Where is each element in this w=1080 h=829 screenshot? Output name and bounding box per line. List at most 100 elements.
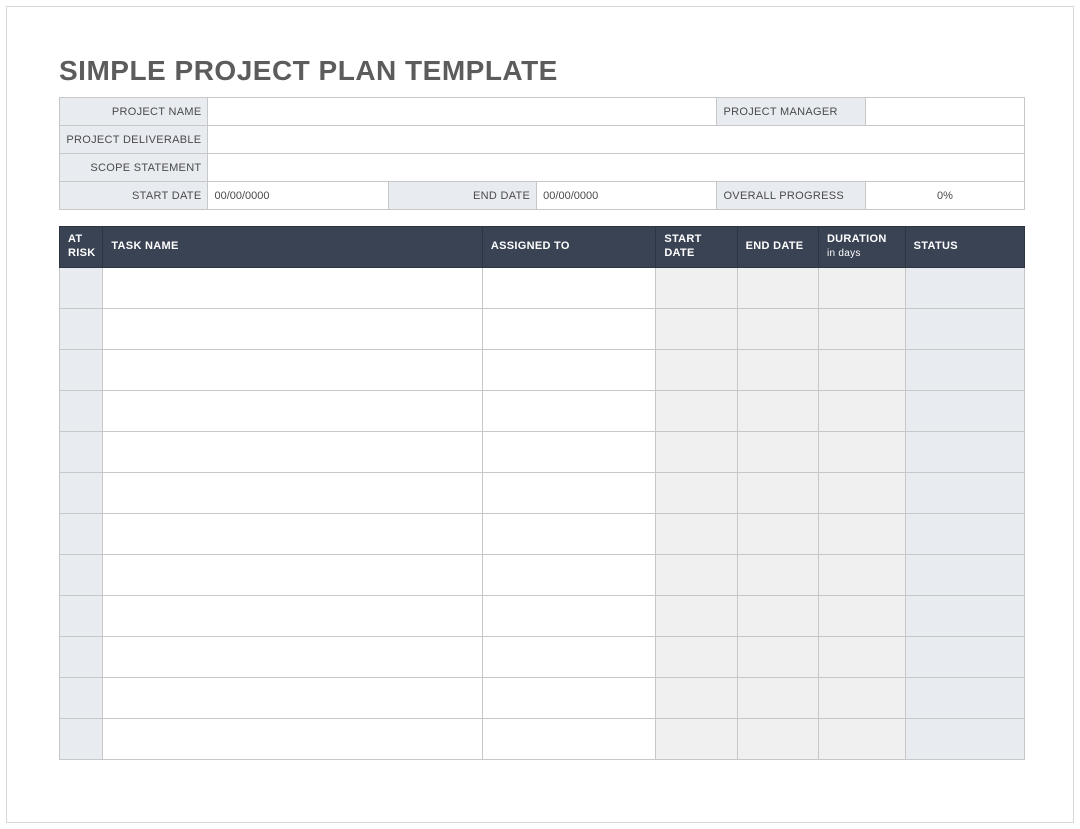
cell-start-date[interactable] xyxy=(656,390,737,431)
cell-status[interactable] xyxy=(905,431,1024,472)
cell-at-risk[interactable] xyxy=(60,677,103,718)
cell-assigned-to[interactable] xyxy=(482,554,655,595)
cell-duration[interactable] xyxy=(818,431,905,472)
label-start-date: START DATE xyxy=(60,182,208,210)
cell-duration[interactable] xyxy=(818,636,905,677)
cell-duration[interactable] xyxy=(818,472,905,513)
cell-end-date[interactable] xyxy=(737,718,818,759)
cell-duration[interactable] xyxy=(818,677,905,718)
cell-end-date[interactable] xyxy=(737,308,818,349)
field-project-manager[interactable] xyxy=(865,98,1024,126)
cell-assigned-to[interactable] xyxy=(482,390,655,431)
cell-end-date[interactable] xyxy=(737,636,818,677)
cell-at-risk[interactable] xyxy=(60,513,103,554)
cell-at-risk[interactable] xyxy=(60,349,103,390)
cell-status[interactable] xyxy=(905,554,1024,595)
label-scope: SCOPE STATEMENT xyxy=(60,154,208,182)
cell-start-date[interactable] xyxy=(656,677,737,718)
cell-status[interactable] xyxy=(905,472,1024,513)
cell-duration[interactable] xyxy=(818,513,905,554)
cell-start-date[interactable] xyxy=(656,513,737,554)
tasks-table-body xyxy=(60,267,1025,759)
cell-status[interactable] xyxy=(905,267,1024,308)
cell-task-name[interactable] xyxy=(103,636,482,677)
cell-task-name[interactable] xyxy=(103,308,482,349)
cell-at-risk[interactable] xyxy=(60,472,103,513)
cell-status[interactable] xyxy=(905,718,1024,759)
cell-status[interactable] xyxy=(905,390,1024,431)
cell-task-name[interactable] xyxy=(103,718,482,759)
cell-at-risk[interactable] xyxy=(60,308,103,349)
cell-duration[interactable] xyxy=(818,554,905,595)
task-row xyxy=(60,267,1025,308)
cell-end-date[interactable] xyxy=(737,267,818,308)
field-scope[interactable] xyxy=(208,154,1025,182)
info-row-3: SCOPE STATEMENT xyxy=(60,154,1025,182)
header-at-risk: AT RISK xyxy=(60,227,103,268)
cell-at-risk[interactable] xyxy=(60,267,103,308)
cell-start-date[interactable] xyxy=(656,308,737,349)
cell-task-name[interactable] xyxy=(103,595,482,636)
cell-start-date[interactable] xyxy=(656,636,737,677)
field-deliverable[interactable] xyxy=(208,126,1025,154)
cell-task-name[interactable] xyxy=(103,677,482,718)
cell-end-date[interactable] xyxy=(737,431,818,472)
cell-at-risk[interactable] xyxy=(60,554,103,595)
cell-duration[interactable] xyxy=(818,718,905,759)
tasks-table-head: AT RISK TASK NAME ASSIGNED TO START DATE… xyxy=(60,227,1025,268)
task-row xyxy=(60,595,1025,636)
cell-task-name[interactable] xyxy=(103,267,482,308)
cell-assigned-to[interactable] xyxy=(482,308,655,349)
cell-status[interactable] xyxy=(905,595,1024,636)
field-end-date[interactable]: 00/00/0000 xyxy=(537,182,717,210)
cell-end-date[interactable] xyxy=(737,349,818,390)
cell-end-date[interactable] xyxy=(737,677,818,718)
cell-task-name[interactable] xyxy=(103,431,482,472)
cell-task-name[interactable] xyxy=(103,390,482,431)
cell-assigned-to[interactable] xyxy=(482,636,655,677)
task-row xyxy=(60,390,1025,431)
cell-end-date[interactable] xyxy=(737,554,818,595)
field-project-name[interactable] xyxy=(208,98,717,126)
cell-assigned-to[interactable] xyxy=(482,431,655,472)
cell-status[interactable] xyxy=(905,636,1024,677)
cell-at-risk[interactable] xyxy=(60,390,103,431)
cell-assigned-to[interactable] xyxy=(482,513,655,554)
cell-at-risk[interactable] xyxy=(60,636,103,677)
cell-at-risk[interactable] xyxy=(60,718,103,759)
cell-duration[interactable] xyxy=(818,390,905,431)
cell-start-date[interactable] xyxy=(656,472,737,513)
field-start-date[interactable]: 00/00/0000 xyxy=(208,182,388,210)
field-progress[interactable]: 0% xyxy=(865,182,1024,210)
cell-at-risk[interactable] xyxy=(60,595,103,636)
cell-start-date[interactable] xyxy=(656,554,737,595)
cell-status[interactable] xyxy=(905,349,1024,390)
cell-assigned-to[interactable] xyxy=(482,595,655,636)
cell-start-date[interactable] xyxy=(656,349,737,390)
cell-start-date[interactable] xyxy=(656,718,737,759)
cell-assigned-to[interactable] xyxy=(482,349,655,390)
cell-assigned-to[interactable] xyxy=(482,472,655,513)
cell-end-date[interactable] xyxy=(737,513,818,554)
cell-end-date[interactable] xyxy=(737,472,818,513)
cell-at-risk[interactable] xyxy=(60,431,103,472)
cell-duration[interactable] xyxy=(818,308,905,349)
cell-assigned-to[interactable] xyxy=(482,718,655,759)
cell-task-name[interactable] xyxy=(103,554,482,595)
cell-end-date[interactable] xyxy=(737,390,818,431)
cell-start-date[interactable] xyxy=(656,267,737,308)
cell-status[interactable] xyxy=(905,513,1024,554)
cell-end-date[interactable] xyxy=(737,595,818,636)
cell-task-name[interactable] xyxy=(103,513,482,554)
cell-duration[interactable] xyxy=(818,267,905,308)
cell-duration[interactable] xyxy=(818,595,905,636)
cell-task-name[interactable] xyxy=(103,349,482,390)
cell-start-date[interactable] xyxy=(656,431,737,472)
cell-assigned-to[interactable] xyxy=(482,267,655,308)
cell-status[interactable] xyxy=(905,308,1024,349)
cell-assigned-to[interactable] xyxy=(482,677,655,718)
cell-task-name[interactable] xyxy=(103,472,482,513)
cell-start-date[interactable] xyxy=(656,595,737,636)
cell-duration[interactable] xyxy=(818,349,905,390)
cell-status[interactable] xyxy=(905,677,1024,718)
